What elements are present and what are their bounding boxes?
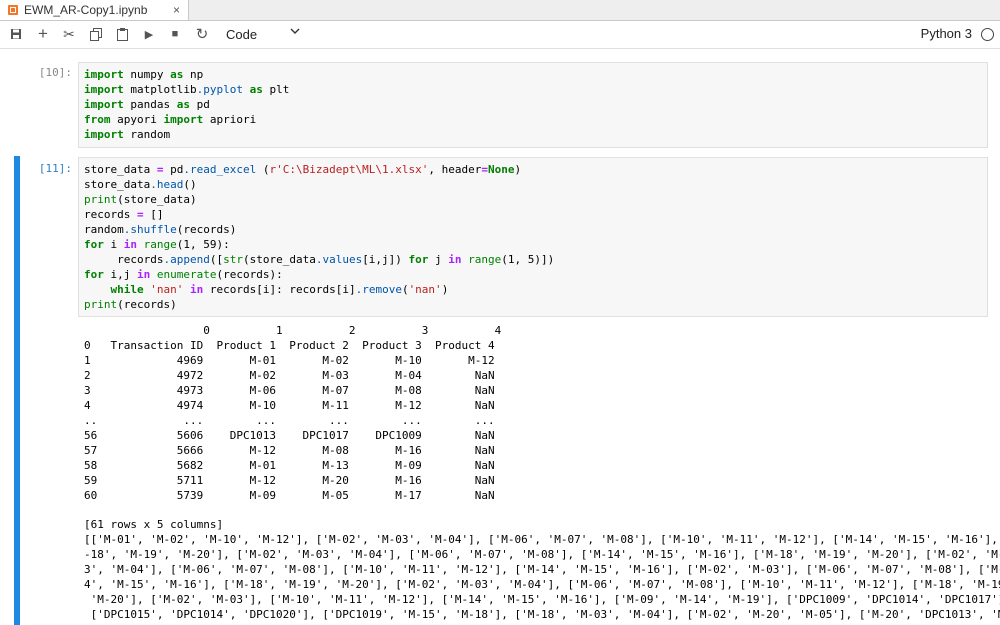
active-cell-indicator [14, 156, 20, 625]
copy-icon[interactable] [85, 24, 107, 44]
kernel-status-icon [981, 28, 994, 41]
dataframe-line: 0 1 2 3 4 [84, 324, 502, 337]
cell-10-input[interactable]: import numpy as np import matplotlib.pyp… [78, 62, 988, 148]
dataframe-output: 0 1 2 3 4 0 Transaction ID Product 1 Pro… [84, 323, 501, 503]
chevron-down-icon [290, 26, 300, 39]
restart-icon[interactable]: ↻ [191, 24, 213, 44]
cell-11-code: store_data = pd.read_excel (r'C:\Bizadep… [84, 163, 555, 311]
records-line: 'M-20'], ['M-02', 'M-03'], ['M-10', 'M-1… [84, 593, 1000, 606]
records-line: [['M-01', 'M-02', 'M-10', 'M-12'], ['M-0… [84, 533, 1000, 546]
dataframe-line: 4 4974 M-10 M-11 M-12 NaN [84, 399, 495, 412]
cell-type-select[interactable]: Code [218, 24, 306, 44]
save-icon[interactable] [5, 24, 27, 44]
cell-10-code: import numpy as np import matplotlib.pyp… [84, 68, 290, 141]
dataframe-line: 58 5682 M-01 M-13 M-09 NaN [84, 459, 495, 472]
dataframe-line: 2 4972 M-02 M-03 M-04 NaN [84, 369, 495, 382]
close-icon[interactable]: × [173, 3, 180, 17]
records-output: [['M-01', 'M-02', 'M-10', 'M-12'], ['M-0… [84, 532, 1000, 622]
notebook-tab[interactable]: EWM_AR-Copy1.ipynb × [0, 0, 189, 20]
cell-type-value: Code [226, 26, 258, 42]
dataframe-line: 60 5739 M-09 M-05 M-17 NaN [84, 489, 495, 502]
records-line: -18', 'M-19', 'M-20'], ['M-02', 'M-03', … [84, 548, 1000, 561]
add-cell-icon[interactable]: + [32, 24, 54, 44]
dataframe-line: 1 4969 M-01 M-02 M-10 M-12 [84, 354, 495, 367]
dataframe-line: 59 5711 M-12 M-20 M-16 NaN [84, 474, 495, 487]
dataframe-line: 56 5606 DPC1013 DPC1017 DPC1009 NaN [84, 429, 495, 442]
dataframe-summary: [61 rows x 5 columns] [84, 518, 224, 531]
notebook-toolbar: + ✂ ▶ ■ ↻ Code Python 3 [0, 21, 1000, 49]
stop-icon[interactable]: ■ [164, 24, 186, 44]
records-line: ['DPC1015', 'DPC1014', 'DPC1020'], ['DPC… [84, 608, 1000, 621]
notebook-icon [8, 5, 18, 15]
cell-11-input[interactable]: store_data = pd.read_excel (r'C:\Bizadep… [78, 157, 988, 317]
paste-icon[interactable] [111, 24, 133, 44]
dataframe-line: .. ... ... ... ... ... [84, 414, 495, 427]
dataframe-line: 3 4973 M-06 M-07 M-08 NaN [84, 384, 495, 397]
notebook-tab-title: EWM_AR-Copy1.ipynb [24, 3, 148, 17]
cell-11-prompt: [11]: [38, 162, 72, 175]
records-line: 4', 'M-15', 'M-16'], ['M-18', 'M-19', 'M… [84, 578, 1000, 591]
records-line: 3', 'M-04'], ['M-06', 'M-07', 'M-08'], [… [84, 563, 1000, 576]
dataframe-line: 0 Transaction ID Product 1 Product 2 Pro… [84, 339, 495, 352]
run-icon[interactable]: ▶ [138, 24, 160, 44]
tab-bar: EWM_AR-Copy1.ipynb × [0, 0, 1000, 21]
cell-10-prompt: [10]: [38, 66, 72, 79]
dataframe-line: 57 5666 M-12 M-08 M-16 NaN [84, 444, 495, 457]
kernel-name[interactable]: Python 3 [921, 26, 972, 41]
cut-icon[interactable]: ✂ [58, 24, 80, 44]
